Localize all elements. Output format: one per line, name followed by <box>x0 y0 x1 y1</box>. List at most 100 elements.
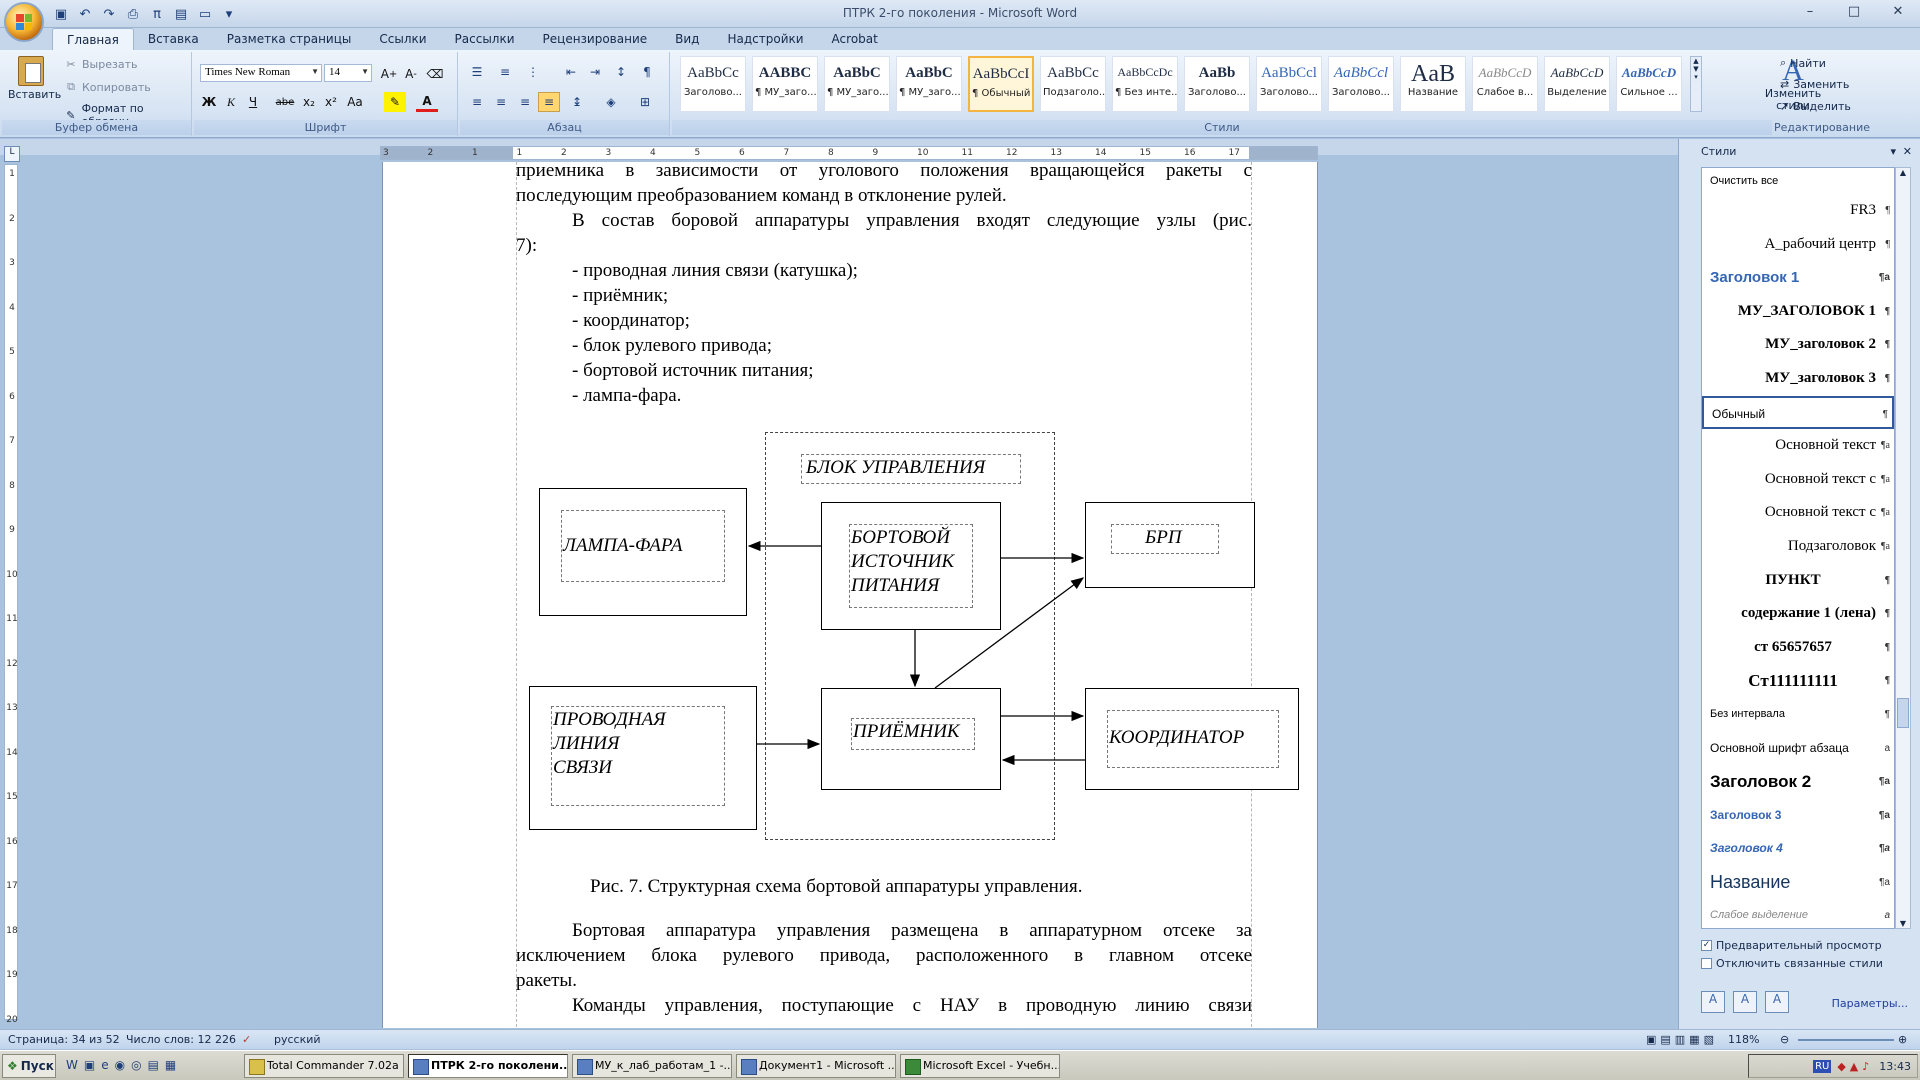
zoom-in-icon[interactable]: ⊕ <box>1898 1033 1907 1046</box>
app-icon[interactable]: ▦ <box>165 1058 176 1072</box>
language-indicator[interactable]: русский <box>274 1033 321 1046</box>
style-tile[interactable]: AaBbC ¶ МУ_заго... <box>824 56 890 112</box>
style-tile[interactable]: AABBC ¶ МУ_заго... <box>752 56 818 112</box>
style-list-item[interactable]: Без интервала ¶ <box>1702 698 1894 732</box>
paste-button[interactable]: Вставить <box>8 56 61 118</box>
style-tile[interactable]: AaBbCcl Заголово... <box>1328 56 1394 112</box>
style-list-item[interactable]: МУ_ЗАГОЛОВОК 1 ¶ <box>1702 295 1894 329</box>
tab-page-layout[interactable]: Разметка страницы <box>213 28 366 50</box>
task-word-ptrk[interactable]: ПТРК 2-го поколени... <box>408 1054 568 1078</box>
style-tile[interactable]: AaBbCcI ¶ Обычный <box>968 56 1034 112</box>
align-center-icon[interactable]: ≡ <box>490 92 512 112</box>
zoom-level[interactable]: 118% <box>1728 1033 1759 1046</box>
style-list-item[interactable]: ПУНКТ ¶ <box>1702 564 1894 598</box>
style-tile[interactable]: AaBbC ¶ МУ_заго... <box>896 56 962 112</box>
page-indicator[interactable]: Страница: 34 из 52 <box>8 1033 120 1046</box>
underline-button[interactable]: Ч <box>242 92 264 112</box>
office-button[interactable] <box>4 2 44 42</box>
style-list-item[interactable]: FR3 ¶ <box>1702 194 1894 228</box>
style-list-item[interactable]: Подзаголовок ¶a <box>1702 530 1894 564</box>
tab-mailings[interactable]: Рассылки <box>441 28 529 50</box>
minimize-button[interactable]: – <box>1788 0 1832 22</box>
style-list-item[interactable]: Основной текст ¶a <box>1702 429 1894 463</box>
style-list-item[interactable]: Заголовок 2 ¶a <box>1702 765 1894 799</box>
save-icon[interactable]: ▣ <box>84 1058 95 1072</box>
style-tile[interactable]: AaBbCc Заголово... <box>680 56 746 112</box>
style-list-item[interactable]: Основной текст с ¶a <box>1702 463 1894 497</box>
tab-acrobat[interactable]: Acrobat <box>818 28 892 50</box>
style-list-item[interactable]: ст 65657657 ¶ <box>1702 631 1894 665</box>
style-tile[interactable]: AaBb Заголово... <box>1184 56 1250 112</box>
multilevel-list-icon[interactable]: ⋮ <box>522 62 544 82</box>
change-case-button[interactable]: Aa <box>344 92 366 112</box>
task-excel[interactable]: Microsoft Excel - Учебн... <box>900 1054 1060 1078</box>
style-list-item[interactable]: Основной текст с ¶a <box>1702 496 1894 530</box>
style-list-item[interactable]: содержание 1 (лена) ¶ <box>1702 597 1894 631</box>
style-list-item[interactable]: Заголовок 1 ¶a <box>1702 261 1894 295</box>
superscript-button[interactable]: x² <box>320 92 342 112</box>
notepad-icon[interactable]: ▤ <box>148 1058 159 1072</box>
task-total-commander[interactable]: Total Commander 7.02a ... <box>244 1054 404 1078</box>
strikethrough-button[interactable]: abe <box>274 92 296 112</box>
decrease-indent-icon[interactable]: ⇤ <box>560 62 582 82</box>
style-inspector-icon[interactable]: A <box>1733 991 1757 1013</box>
horizontal-ruler[interactable]: 3 2 1 1 2 3 4 5 6 7 8 9 10 11 12 13 14 15 16 17 <box>380 146 1318 160</box>
increase-indent-icon[interactable]: ⇥ <box>584 62 606 82</box>
style-list-item[interactable]: Заголовок 4 ¶a <box>1702 832 1894 866</box>
select-button[interactable]: ➚ Выделить <box>1780 100 1851 113</box>
preview-checkbox[interactable]: ✓ Предварительный просмотр <box>1701 939 1882 952</box>
italic-button[interactable]: К <box>220 92 242 112</box>
new-style-icon[interactable]: A <box>1701 991 1725 1013</box>
highlight-icon[interactable]: ✎ <box>384 92 406 112</box>
font-color-icon[interactable]: A <box>416 92 438 112</box>
word-count[interactable]: Число слов: 12 226 <box>126 1033 236 1046</box>
pane-menu-icon[interactable]: ▾ <box>1890 139 1896 165</box>
document-page[interactable]: приемника в зависимости от уголового пол… <box>382 162 1318 1028</box>
cut-button[interactable]: ✂ Вырезать <box>64 58 137 71</box>
close-icon[interactable]: ✕ <box>1903 139 1912 165</box>
sort-icon[interactable]: ↕ <box>610 62 632 82</box>
style-list-item[interactable]: Обычный ¶ <box>1702 395 1894 430</box>
tab-home[interactable]: Главная <box>52 28 134 50</box>
tab-references[interactable]: Ссылки <box>365 28 440 50</box>
style-list-item[interactable]: Заголовок 3 ¶a <box>1702 799 1894 833</box>
show-marks-icon[interactable]: ¶ <box>636 62 658 82</box>
spellcheck-icon[interactable]: ✓ <box>242 1033 251 1046</box>
justify-icon[interactable]: ≡ <box>538 92 560 112</box>
close-button[interactable]: ✕ <box>1876 0 1920 22</box>
styles-options-link[interactable]: Параметры... <box>1832 997 1908 1010</box>
bullets-icon[interactable]: ☰ <box>466 62 488 82</box>
style-tile[interactable]: AaBbCcDc ¶ Без инте... <box>1112 56 1178 112</box>
scroll-down-icon[interactable]: ▼ <box>1896 919 1910 928</box>
style-list-item[interactable]: А_рабочий центр ¶ <box>1702 228 1894 262</box>
subscript-button[interactable]: x₂ <box>298 92 320 112</box>
tab-insert[interactable]: Вставка <box>134 28 213 50</box>
language-indicator-tray[interactable]: RU <box>1813 1059 1832 1073</box>
style-list-item[interactable]: Основной шрифт абзаца a <box>1702 732 1894 766</box>
vertical-ruler[interactable]: 1 2 3 4 5 6 7 8 9 10 11 12 13 14 15 16 17 18 19 20 <box>4 164 18 1025</box>
browser-icon[interactable]: ◎ <box>131 1058 141 1072</box>
numbering-icon[interactable]: ≡ <box>494 62 516 82</box>
style-tile[interactable]: AaBbCcD Сильное ... <box>1616 56 1682 112</box>
media-icon[interactable]: ◉ <box>115 1058 125 1072</box>
view-buttons[interactable]: ▣▤▥▦▧ <box>1646 1033 1718 1046</box>
clear-format-button[interactable]: ⌫ <box>424 64 446 84</box>
style-tile[interactable]: AaBbCcD Слабое в... <box>1472 56 1538 112</box>
font-name-combo[interactable]: Times New Roman ▼ <box>200 64 322 82</box>
copy-button[interactable]: ⧉ Копировать <box>64 80 151 94</box>
disable-linked-checkbox[interactable]: Отключить связанные стили <box>1701 957 1883 970</box>
style-list-item[interactable]: МУ_заголовок 3 ¶ <box>1702 362 1894 396</box>
tab-selector[interactable]: L <box>4 146 20 162</box>
style-tile[interactable]: AaBbCcD Выделение <box>1544 56 1610 112</box>
word-icon[interactable]: W <box>66 1058 78 1072</box>
align-left-icon[interactable]: ≡ <box>466 92 488 112</box>
zoom-slider[interactable] <box>1798 1039 1894 1041</box>
shading-icon[interactable]: ◈ <box>600 92 622 112</box>
style-list-item[interactable]: Очистить все <box>1702 168 1894 194</box>
maximize-button[interactable]: □ <box>1832 0 1876 22</box>
style-list-item[interactable]: Ст111111111 ¶ <box>1702 664 1894 698</box>
tray-icons[interactable]: ◆▲♪ <box>1837 1060 1873 1073</box>
font-size-combo[interactable]: 14 ▼ <box>324 64 372 82</box>
tab-addins[interactable]: Надстройки <box>713 28 817 50</box>
start-button[interactable]: ❖ Пуск <box>2 1054 56 1078</box>
